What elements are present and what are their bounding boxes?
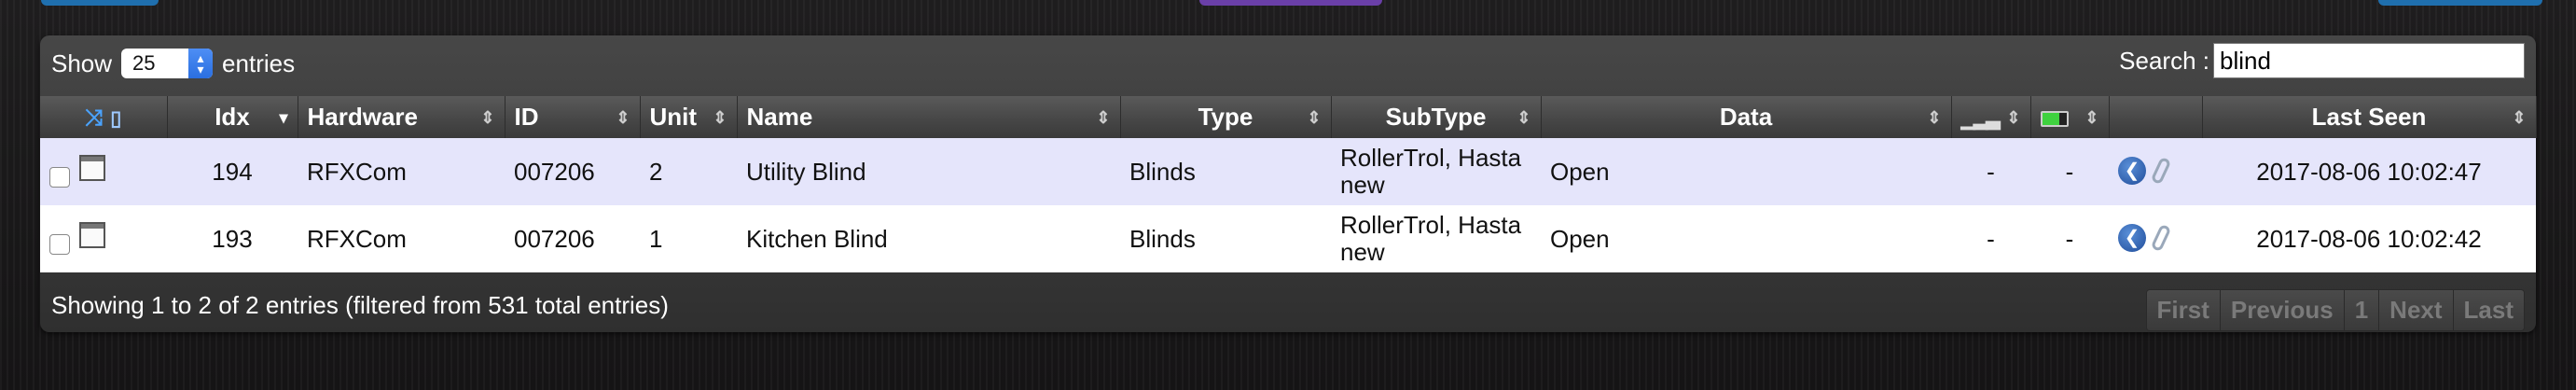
header-actions <box>2109 96 2203 138</box>
pagination: First Previous 1 Next Last <box>2145 289 2525 331</box>
header-signal[interactable]: ▁▂▃ ⇕ <box>1951 96 2031 138</box>
header-battery[interactable]: ⇕ <box>2030 96 2110 138</box>
pager-next-button[interactable]: Next <box>2378 290 2453 330</box>
cell-type: Blinds <box>1129 224 1196 253</box>
sort-icon: ⇕ <box>1517 107 1531 127</box>
cell-idx: 193 <box>212 224 253 253</box>
search-input[interactable] <box>2213 43 2525 78</box>
sort-desc-icon: ▾ <box>279 107 288 127</box>
table-row[interactable]: 194 RFXCom 007206 2 Utility Blind Blinds… <box>40 138 2536 205</box>
cell-subtype: RollerTrol, Hasta new <box>1340 144 1522 199</box>
cell-data: Open <box>1550 157 1610 186</box>
pager-previous-button[interactable]: Previous <box>2219 290 2344 330</box>
sort-icon: ⇕ <box>713 107 727 127</box>
sort-icon: ⇕ <box>616 107 630 127</box>
cell-battery: - <box>2065 157 2074 186</box>
table-row[interactable]: 193 RFXCom 007206 1 Kitchen Blind Blinds… <box>40 205 2536 272</box>
sort-icon: ⇕ <box>1927 107 1942 127</box>
cell-last-seen: 2017-08-06 10:02:42 <box>2256 224 2482 253</box>
search-label: Search : <box>2119 46 2209 75</box>
cell-unit: 1 <box>649 224 663 253</box>
show-label: Show <box>51 49 113 77</box>
cell-hardware: RFXCom <box>307 224 407 253</box>
header-hardware[interactable]: Hardware ⇕ <box>298 96 506 138</box>
signal-icon: ▁▂▃ <box>1960 109 2001 130</box>
sort-icon: ⇕ <box>2084 107 2099 127</box>
row-select-cell <box>40 138 167 205</box>
cell-subtype: RollerTrol, Hasta new <box>1340 211 1522 266</box>
blind-icon[interactable] <box>79 154 105 181</box>
cell-unit: 2 <box>649 157 663 186</box>
header-last-seen[interactable]: Last Seen ⇕ <box>2202 96 2537 138</box>
header-unit[interactable]: Unit ⇕ <box>640 96 738 138</box>
header-icons: ⤨ ▯ <box>40 96 168 138</box>
select-arrows-icon: ▴ ▾ <box>188 49 214 78</box>
header-id[interactable]: ID ⇕ <box>505 96 641 138</box>
blind-icon[interactable] <box>79 221 105 248</box>
sort-icon: ⇕ <box>1307 107 1322 127</box>
sort-icon: ⇕ <box>2512 107 2527 127</box>
arrow-left-circle-icon[interactable]: ❮ <box>2118 156 2146 185</box>
cell-id: 007206 <box>514 157 595 186</box>
table-footer: Showing 1 to 2 of 2 entries (filtered fr… <box>40 280 2536 331</box>
battery-icon <box>2040 110 2069 127</box>
trash-icon[interactable]: ▯ <box>110 106 121 131</box>
cell-name: Kitchen Blind <box>746 224 888 253</box>
row-checkbox[interactable] <box>49 233 70 255</box>
cell-last-seen: 2017-08-06 10:02:47 <box>2256 157 2482 186</box>
show-entries-control: Show 25 ▴ ▾ entries <box>51 45 295 82</box>
top-button-center[interactable] <box>1199 0 1382 6</box>
pager-page-1-button[interactable]: 1 <box>2343 290 2379 330</box>
shuffle-icon[interactable]: ⤨ <box>85 105 103 132</box>
cell-actions: ❮ <box>2109 138 2202 205</box>
pager-first-button[interactable]: First <box>2146 290 2220 330</box>
cell-hardware: RFXCom <box>307 157 407 186</box>
cell-type: Blinds <box>1129 157 1196 186</box>
header-data[interactable]: Data ⇕ <box>1541 96 1952 138</box>
table-header-row: ⤨ ▯ Idx ▾ Hardware ⇕ ID ⇕ Unit ⇕ Name ⇕ Type ⇕… <box>40 96 2537 138</box>
cell-actions: ❮ <box>2109 205 2202 272</box>
paperclip-icon[interactable] <box>2150 223 2172 252</box>
paperclip-icon[interactable] <box>2150 156 2172 185</box>
entries-label: entries <box>222 49 296 77</box>
entries-select[interactable]: 25 ▴ ▾ <box>121 49 214 78</box>
cell-data: Open <box>1550 224 1610 253</box>
cell-signal: - <box>1987 157 1995 186</box>
top-button-left[interactable] <box>41 0 159 6</box>
arrow-left-circle-icon[interactable]: ❮ <box>2118 223 2146 252</box>
cell-signal: - <box>1987 224 1995 253</box>
cell-id: 007206 <box>514 224 595 253</box>
table-toolbar: Show 25 ▴ ▾ entries Search : <box>40 35 2536 95</box>
search-control: Search : <box>2119 43 2525 78</box>
row-checkbox[interactable] <box>49 166 70 188</box>
cell-idx: 194 <box>212 157 253 186</box>
header-idx[interactable]: Idx ▾ <box>167 96 298 138</box>
header-subtype[interactable]: SubType ⇕ <box>1331 96 1542 138</box>
cell-name: Utility Blind <box>746 157 866 186</box>
sort-icon: ⇕ <box>1096 107 1111 127</box>
entries-info: Showing 1 to 2 of 2 entries (filtered fr… <box>51 291 669 319</box>
row-select-cell <box>40 205 167 272</box>
devices-table: ⤨ ▯ Idx ▾ Hardware ⇕ ID ⇕ Unit ⇕ Name ⇕ Type ⇕… <box>40 96 2537 272</box>
devices-panel: Show 25 ▴▾ entries Search : ⤨ ▯ <box>40 35 2537 332</box>
header-type[interactable]: Type ⇕ <box>1120 96 1332 138</box>
sort-icon: ⇕ <box>480 107 495 127</box>
pager-last-button[interactable]: Last <box>2452 290 2524 330</box>
sort-icon: ⇕ <box>2006 107 2021 127</box>
cell-battery: - <box>2065 224 2074 253</box>
header-name[interactable]: Name ⇕ <box>737 96 1121 138</box>
entries-select-value: 25 <box>132 51 156 75</box>
top-button-right[interactable] <box>2378 0 2542 6</box>
